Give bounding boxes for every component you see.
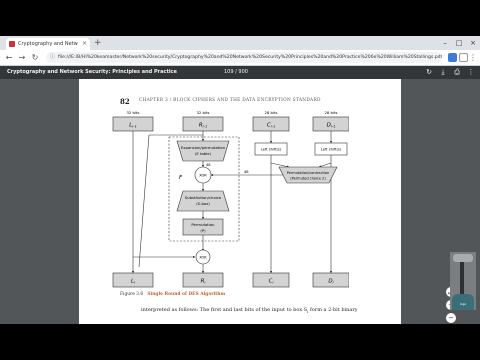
svg-text:(P): (P): [200, 228, 206, 233]
more-icon[interactable]: ⋮: [466, 66, 476, 79]
pdf-favicon-icon: [9, 41, 15, 47]
stand-shape: [460, 262, 464, 298]
pdf-toolbar: Cryptography and Network Security: Princ…: [0, 66, 480, 79]
svg-text:(E table): (E table): [195, 151, 212, 156]
d-prev-box: Di–1: [312, 116, 349, 132]
svg-text:Left shift(s): Left shift(s): [261, 148, 282, 152]
screen-frame: Cryptography and Netw × + – □ × ← → ↻ ⓘ …: [0, 36, 480, 324]
figure-caption: Figure 3.6 Single Round of DES Algorithm: [120, 292, 225, 297]
bits-label: 32 bits: [197, 110, 210, 115]
browser-menu-icon[interactable]: ⋮: [468, 50, 478, 65]
svg-text:Left shift(s): Left shift(s): [321, 148, 342, 152]
d-out-box: Di: [312, 272, 349, 288]
figure-title: Single Round of DES Algorithm: [147, 292, 226, 297]
r-prev-box: Ri–1: [182, 116, 224, 132]
svg-text:XOR: XOR: [199, 174, 207, 178]
c-prev-box: Ci–1: [252, 116, 290, 132]
lamp-shape: [453, 254, 473, 262]
expansion-permutation-box: Expansion/permutation (E table): [176, 140, 230, 162]
print-icon[interactable]: ⎙: [452, 66, 462, 79]
extension-icon[interactable]: [459, 53, 468, 62]
output-xor-circle: XOR: [195, 249, 211, 265]
svg-text:Permutation/contraction: Permutation/contraction: [287, 171, 329, 175]
l-out-box: Li: [112, 272, 154, 288]
page-indicator[interactable]: 109 / 900: [224, 66, 248, 79]
bits-label: 28 bits: [325, 110, 338, 115]
back-button[interactable]: ←: [4, 50, 14, 65]
permutation-box: Permutation (P): [182, 218, 224, 236]
left-shift-box-d: Left shift(s): [314, 142, 348, 156]
f-function-label: F: [179, 175, 183, 181]
substitution-sbox-box: Substitution/choice (S-box): [176, 190, 230, 212]
figure-label: Figure 3.6: [120, 292, 144, 297]
pdf-page: 82 CHAPTER 3 / BLOCK CIPHERS AND THE DAT…: [79, 79, 401, 324]
tab-document[interactable]: Cryptography and Netw ×: [6, 38, 90, 50]
pdf-viewer[interactable]: 82 CHAPTER 3 / BLOCK CIPHERS AND THE DAT…: [0, 79, 480, 324]
r-out-box: Ri: [182, 272, 224, 288]
tab-title: Cryptography and Netw: [18, 41, 78, 47]
width-label: 48: [206, 163, 211, 167]
des-round-diagram: Li–1 Ri–1 Ci–1 Di–1 32 bits 32 bits 28 b…: [112, 110, 349, 288]
chapter-heading: CHAPTER 3 / BLOCK CIPHERS AND THE DATA E…: [139, 98, 321, 103]
svg-text:Expansion/permutation: Expansion/permutation: [181, 145, 226, 150]
page-number: 82: [120, 97, 130, 106]
rotate-icon[interactable]: ↻: [424, 66, 434, 79]
new-tab-button[interactable]: +: [94, 37, 102, 49]
close-window-button[interactable]: ×: [466, 36, 480, 50]
reload-button[interactable]: ↻: [30, 50, 40, 65]
left-shift-box-c: Left shift(s): [254, 142, 288, 156]
bits-label: 28 bits: [265, 110, 278, 115]
forward-button[interactable]: →: [17, 50, 27, 65]
webcam-overlay: logo: [450, 252, 476, 310]
document-title: Cryptography and Network Security: Princ…: [7, 69, 177, 75]
c-out-box: Ci: [252, 272, 290, 288]
permuted-choice-2-box: Permutation/contraction (Permuted choice…: [278, 166, 338, 184]
body-text-line: interpreted as follows: The first and la…: [141, 307, 358, 314]
svg-text:XOR: XOR: [199, 256, 207, 260]
minimize-button[interactable]: –: [438, 36, 452, 50]
tab-strip: Cryptography and Netw × + – □ ×: [0, 36, 480, 50]
svg-text:(Permuted choice 2): (Permuted choice 2): [290, 177, 326, 181]
svg-text:Substitution/choice: Substitution/choice: [185, 195, 222, 200]
extension-icon[interactable]: [448, 53, 457, 62]
svg-text:Permutation: Permutation: [191, 222, 215, 227]
zoom-out-icon[interactable]: −: [446, 313, 456, 323]
tab-close-icon[interactable]: ×: [82, 38, 87, 50]
file-info-icon[interactable]: ⓘ: [50, 52, 55, 63]
address-bar[interactable]: ⓘ file:///E:/B/HI%20keamaster/Network%20…: [46, 52, 442, 63]
l-prev-box: Li–1: [112, 116, 154, 132]
svg-text:(S-box): (S-box): [196, 201, 210, 206]
address-bar-row: ← → ↻ ⓘ file:///E:/B/HI%20keamaster/Netw…: [0, 50, 480, 66]
download-icon[interactable]: ⤓: [438, 66, 448, 79]
width-label: 48: [244, 170, 249, 174]
xor-circle: XOR: [194, 166, 212, 184]
maximize-button[interactable]: □: [452, 36, 466, 50]
bits-label: 32 bits: [127, 110, 140, 115]
shirt-logo: logo: [459, 302, 467, 306]
url-text: file:///E:/B/HI%20keamaster/Network%20se…: [58, 55, 442, 60]
